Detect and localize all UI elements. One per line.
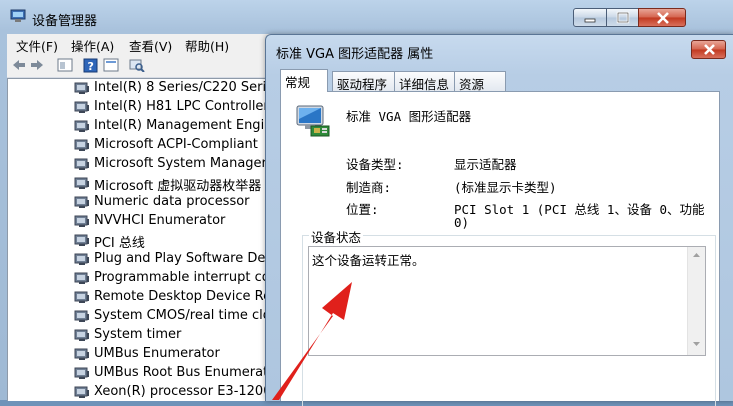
close-icon [657, 12, 669, 24]
device-icon [74, 177, 89, 189]
dialog-close-button[interactable] [691, 40, 726, 59]
console-tree-icon[interactable] [103, 58, 119, 72]
dialog-title: 标准 VGA 图形适配器 属性 [276, 47, 434, 62]
minimize-button[interactable] [573, 8, 607, 27]
minimize-icon [584, 18, 596, 23]
general-tab-panel: 标准 VGA 图形适配器 设备类型: 显示适配器 制造商: (标准显示卡类型) … [280, 91, 720, 406]
device-tree-label: Microsoft 虚拟驱动器枚举器 [94, 179, 262, 194]
location-label: 位置: [346, 202, 379, 217]
device-icon [74, 291, 89, 303]
location-value-continued: 0) [454, 215, 470, 230]
device-type-label: 设备类型: [346, 157, 404, 172]
device-tree-label: Microsoft ACPI-Compliant [94, 137, 258, 152]
menu-bar: 文件(F) 操作(A) 查看(V) 帮助(H) [7, 34, 277, 54]
device-tree-label: Programmable interrupt co [94, 270, 270, 285]
device-name: 标准 VGA 图形适配器 [346, 109, 472, 124]
device-status-text: 这个设备运转正常。 [312, 253, 425, 268]
device-icon [74, 386, 89, 398]
device-icon [74, 101, 89, 113]
manufacturer-value: (标准显示卡类型) [454, 180, 557, 195]
scan-hardware-icon[interactable] [129, 58, 145, 72]
device-tree-label: System timer [94, 327, 182, 342]
device-tree-label: Intel(R) 8 Series/C220 Serie [94, 80, 271, 95]
device-tree[interactable]: Intel(R) 8 Series/C220 Serie Intel(R) H81… [7, 78, 271, 401]
device-icon [74, 196, 89, 208]
location-value: PCI Slot 1 (PCI 总线 1、设备 0、功能 [454, 202, 705, 217]
menu-file[interactable]: 文件(F) [16, 36, 58, 55]
forward-arrow-icon[interactable] [29, 58, 45, 72]
device-icon [74, 120, 89, 132]
device-manager-icon [10, 9, 26, 22]
properties-pane-icon[interactable] [57, 58, 73, 72]
device-icon [74, 158, 89, 170]
device-status-legend: 设备状态 [309, 227, 364, 246]
scroll-up-icon[interactable] [688, 250, 705, 260]
device-icon [74, 310, 89, 322]
device-tree-label: UMBus Enumerator [94, 346, 220, 361]
properties-dialog: 标准 VGA 图形适配器 属性 常规 驱动程序 详细信息 资源 标准 VGA 图… [265, 34, 733, 406]
device-icon [74, 253, 89, 265]
close-icon [704, 44, 715, 55]
menu-help[interactable]: 帮助(H) [185, 36, 229, 55]
maximize-button[interactable] [606, 8, 639, 27]
device-tree-label: NVVHCI Enumerator [94, 213, 226, 228]
menu-view[interactable]: 查看(V) [129, 36, 172, 55]
menu-action[interactable]: 操作(A) [71, 36, 114, 55]
device-icon [74, 348, 89, 360]
device-tree-label: Microsoft System Manager [94, 156, 267, 171]
device-icon [74, 272, 89, 284]
device-tree-label: Intel(R) Management Engin [94, 118, 271, 133]
device-tree-label: Plug and Play Software Dev [94, 251, 271, 266]
device-tree-label: Numeric data processor [94, 194, 250, 209]
svg-text:?: ? [88, 60, 94, 73]
window-title: 设备管理器 [32, 14, 98, 29]
tab-resources[interactable]: 资源 [454, 71, 506, 92]
tab-driver[interactable]: 驱动程序 [332, 71, 395, 92]
device-icon [74, 215, 89, 227]
device-icon [74, 82, 89, 94]
display-adapter-icon [296, 105, 330, 137]
device-icon [74, 367, 89, 379]
back-arrow-icon[interactable] [11, 58, 27, 72]
device-icon [74, 139, 89, 151]
help-icon[interactable]: ? [83, 58, 99, 73]
scroll-down-icon[interactable] [688, 339, 705, 349]
device-tree-label: Remote Desktop Device Re [94, 289, 271, 304]
device-tree-label: Intel(R) H81 LPC Controller [94, 99, 269, 114]
device-icon [74, 234, 89, 246]
close-button[interactable] [638, 8, 686, 27]
tab-general[interactable]: 常规 [280, 69, 328, 92]
tab-details[interactable]: 详细信息 [394, 71, 455, 92]
device-tree-label: Xeon(R) processor E3-1200 [94, 384, 271, 399]
toolbar: ? [7, 54, 277, 78]
device-icon [74, 329, 89, 341]
device-tree-label: PCI 总线 [94, 236, 145, 251]
manufacturer-label: 制造商: [346, 180, 392, 195]
device-type-value: 显示适配器 [454, 157, 517, 172]
maximize-icon [616, 11, 630, 24]
title-bar[interactable]: 设备管理器 [0, 0, 733, 34]
device-tree-label: UMBus Root Bus Enumerato [94, 365, 271, 380]
device-status-textbox[interactable]: 这个设备运转正常。 [308, 246, 706, 356]
device-status-group: 设备状态 这个设备运转正常。 [302, 227, 716, 406]
status-scrollbar[interactable] [687, 247, 705, 355]
device-tree-label: System CMOS/real time clo [94, 308, 271, 323]
